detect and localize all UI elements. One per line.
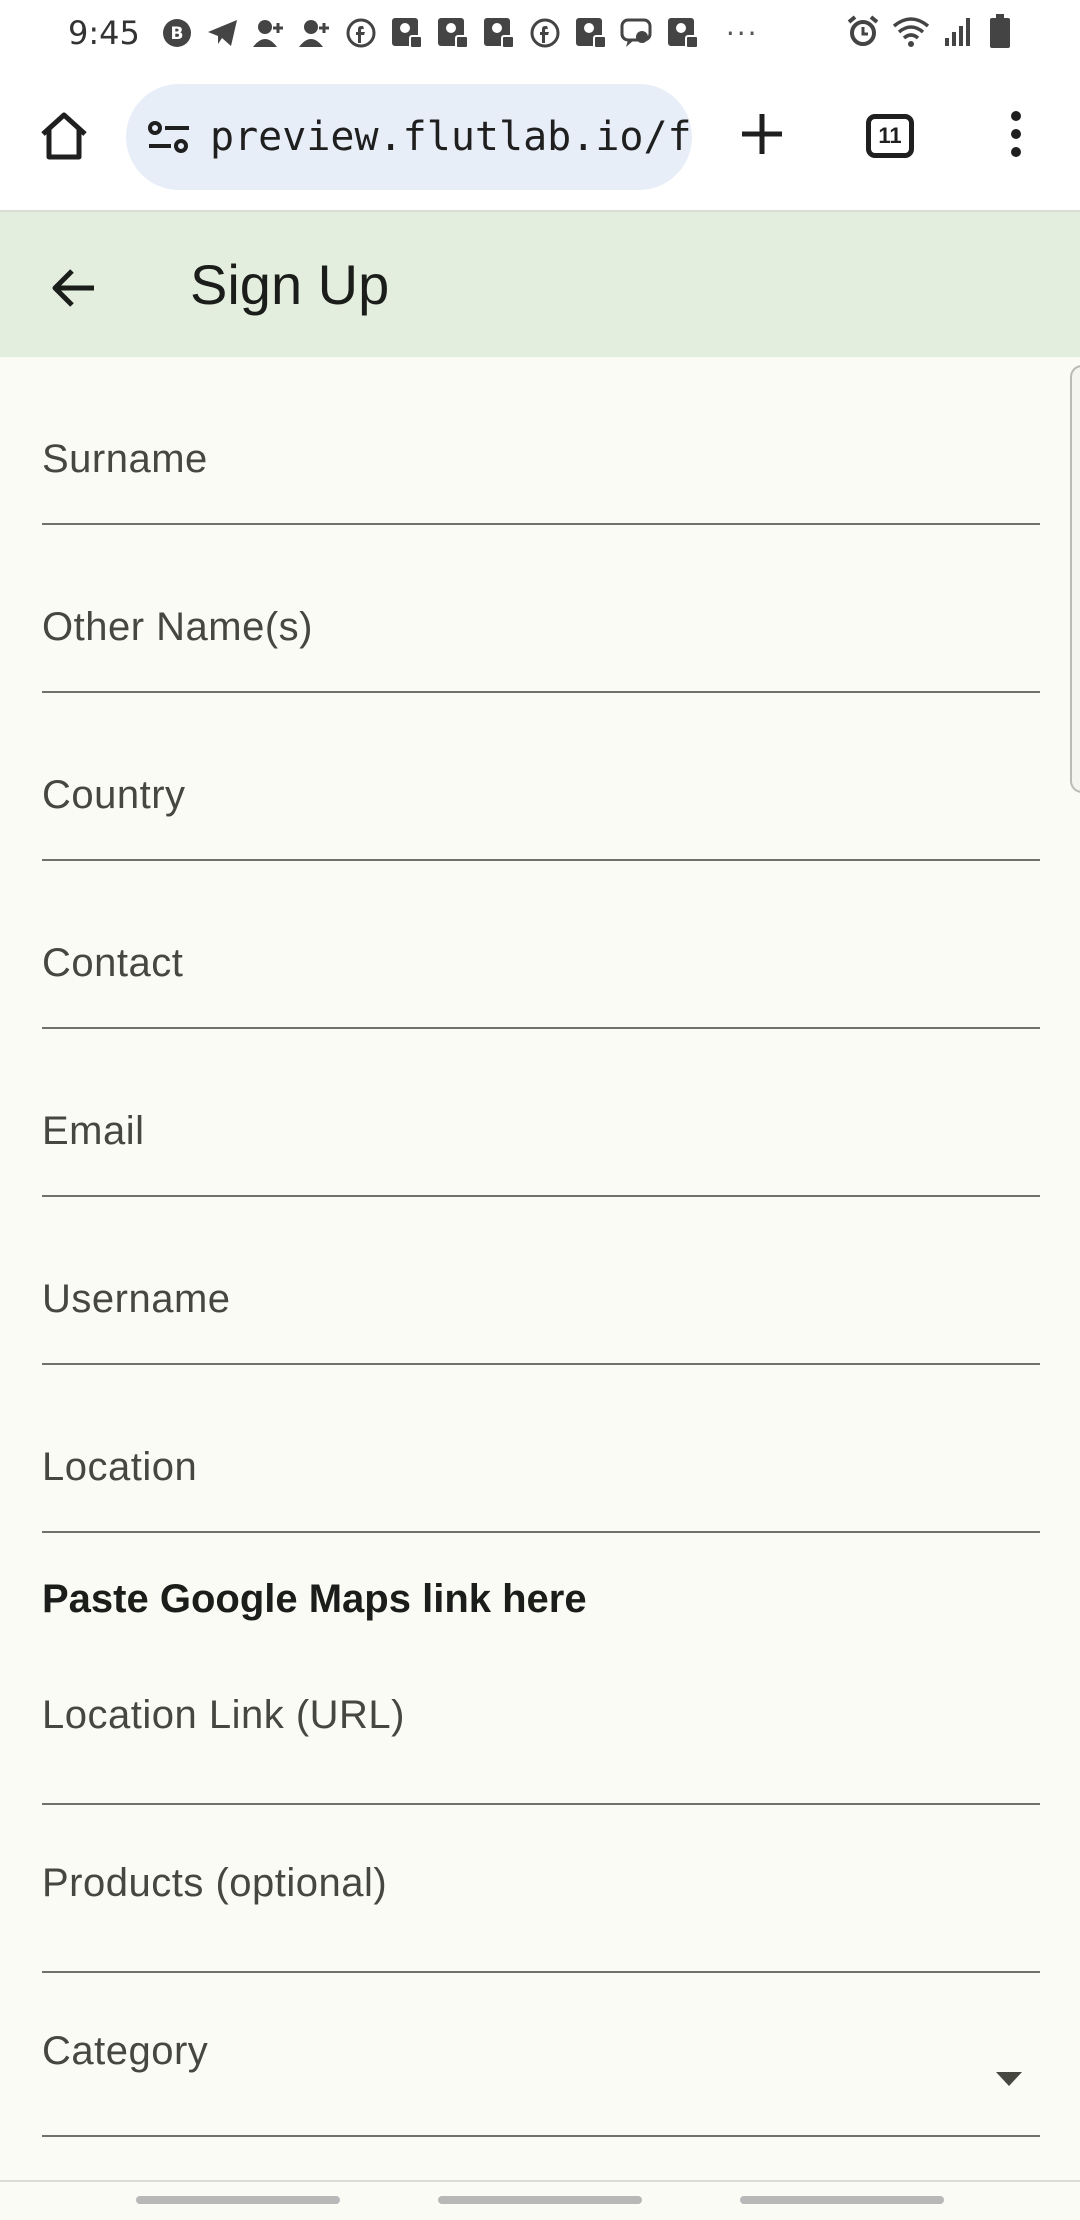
person-add-icon — [252, 16, 286, 50]
telegram-icon — [206, 16, 240, 50]
image-badge-icon — [574, 16, 608, 50]
country-field[interactable]: Country — [42, 693, 1040, 861]
contact-field[interactable]: Contact — [42, 861, 1040, 1029]
other-names-label: Other Name(s) — [42, 605, 313, 649]
location-label: Location — [42, 1445, 198, 1489]
notification-icons: B ··· — [160, 16, 759, 50]
nav-gesture-home[interactable] — [438, 2196, 642, 2204]
image-badge-icon — [390, 16, 424, 50]
email-label: Email — [42, 1109, 145, 1153]
system-icons — [846, 13, 1012, 53]
wifi-icon — [892, 14, 930, 52]
svg-text:B: B — [170, 24, 183, 44]
facebook-icon — [344, 16, 378, 50]
nav-gesture-left[interactable] — [136, 2196, 340, 2204]
products-label: Products (optional) — [42, 1861, 388, 1905]
username-label: Username — [42, 1277, 231, 1321]
surname-label: Surname — [42, 437, 208, 481]
alarm-icon — [846, 14, 880, 52]
image-badge-icon — [436, 16, 470, 50]
location-link-field[interactable]: Location Link (URL) — [42, 1637, 1040, 1805]
nav-gesture-right[interactable] — [740, 2196, 944, 2204]
country-label: Country — [42, 773, 186, 817]
address-bar[interactable]: preview.flutlab.io/feni_ — [126, 84, 692, 190]
signal-icon — [942, 14, 976, 52]
page-title: Sign Up — [190, 253, 390, 316]
surname-field[interactable]: Surname — [42, 357, 1040, 525]
back-button[interactable] — [44, 258, 104, 318]
contact-label: Contact — [42, 941, 184, 985]
home-button[interactable] — [34, 106, 94, 166]
chat-icon — [620, 16, 654, 50]
battery-icon — [988, 13, 1012, 53]
location-link-label: Location Link (URL) — [42, 1693, 405, 1737]
bottom-divider — [0, 2180, 1080, 2182]
dropdown-arrow-icon — [996, 2072, 1022, 2086]
new-tab-button[interactable] — [730, 102, 794, 166]
app-bar: Sign Up — [0, 212, 1080, 357]
site-settings-icon[interactable] — [146, 114, 192, 160]
status-bar: 9:45 B ··· — [0, 0, 1080, 66]
image-badge-icon — [482, 16, 516, 50]
other-names-field[interactable]: Other Name(s) — [42, 525, 1040, 693]
plus-icon — [742, 114, 782, 154]
person-add-icon — [298, 16, 332, 50]
products-field[interactable]: Products (optional) — [42, 1805, 1040, 1973]
category-label: Category — [42, 2029, 209, 2073]
more-vert-icon — [1011, 111, 1021, 157]
home-icon — [41, 112, 87, 160]
tab-count: 11 — [866, 114, 914, 158]
location-field[interactable]: Location — [42, 1365, 1040, 1533]
status-time: 9:45 — [68, 14, 140, 52]
category-dropdown[interactable]: Category — [42, 1973, 1040, 2137]
maps-link-hint: Paste Google Maps link here — [42, 1577, 587, 1621]
more-notifications-indicator: ··· — [725, 16, 759, 50]
arrow-back-icon — [52, 269, 94, 307]
image-badge-icon — [666, 16, 700, 50]
browser-toolbar: preview.flutlab.io/feni_ 11 — [0, 66, 1080, 210]
username-field[interactable]: Username — [42, 1197, 1040, 1365]
browser-menu-button[interactable] — [990, 102, 1042, 166]
tab-switcher-button[interactable]: 11 — [860, 106, 920, 166]
url-text: preview.flutlab.io/feni_ — [210, 114, 692, 160]
email-field[interactable]: Email — [42, 1029, 1040, 1197]
facebook-icon — [528, 16, 562, 50]
b-circle-icon: B — [160, 16, 194, 50]
